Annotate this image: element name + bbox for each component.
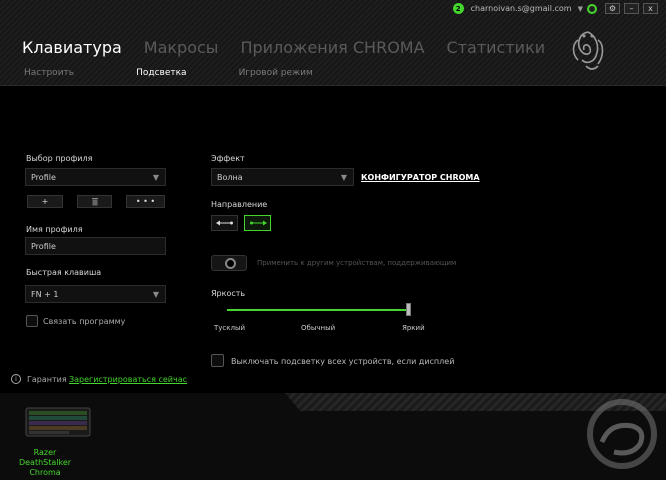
watermark-logo-icon xyxy=(587,399,657,469)
direction-left-button[interactable] xyxy=(211,215,238,231)
display-off-checkbox[interactable] xyxy=(211,354,224,367)
register-now-link[interactable]: Зарегистрироваться сейчас xyxy=(69,375,187,384)
trash-icon xyxy=(91,197,98,205)
toggle-knob xyxy=(225,258,236,269)
sub-tabs: Настроить Подсветка Игровой режим xyxy=(24,68,313,78)
apply-to-devices-text: Применить к другим устройствам, поддержи… xyxy=(257,259,457,267)
chevron-down-icon: ▼ xyxy=(152,173,159,182)
header: 2 charnoivan.s@gmail.com ▼ ⚙ – x Клавиат… xyxy=(0,0,666,86)
main-tabs: Клавиатура Макросы Приложения CHROMA Ста… xyxy=(22,38,567,57)
sync-status-icon[interactable] xyxy=(587,3,597,14)
brightness-label: Яркость xyxy=(211,289,246,298)
account-email[interactable]: charnoivan.s@gmail.com xyxy=(471,4,572,13)
settings-button[interactable]: ⚙ xyxy=(605,3,620,14)
hotkey-label: Быстрая клавиша xyxy=(26,268,102,277)
add-profile-button[interactable]: + xyxy=(27,195,63,208)
subtab-gaming-mode[interactable]: Игровой режим xyxy=(239,68,313,78)
effect-label: Эффект xyxy=(211,154,245,163)
warranty-label: Гарантия xyxy=(27,375,67,384)
device-footer xyxy=(0,393,666,480)
link-program-label: Связать программу xyxy=(43,317,126,326)
arrow-right-icon xyxy=(249,220,267,226)
info-icon: i xyxy=(11,374,21,384)
profile-name-value: Profile xyxy=(31,241,56,251)
arrow-left-icon xyxy=(215,220,233,226)
effect-dropdown[interactable]: Волна ▼ xyxy=(211,168,354,186)
tab-macros[interactable]: Макросы xyxy=(144,38,219,57)
profile-select-label: Выбор профиля xyxy=(26,154,93,163)
tab-keyboard[interactable]: Клавиатура xyxy=(22,38,122,57)
razer-logo-icon xyxy=(572,31,604,70)
notification-badge[interactable]: 2 xyxy=(452,3,464,14)
hotkey-value: FN + 1 xyxy=(31,289,59,299)
profile-dropdown-value: Profile xyxy=(31,172,56,182)
window-topbar: 2 charnoivan.s@gmail.com ▼ ⚙ – x xyxy=(452,3,658,14)
hotkey-dropdown[interactable]: FN + 1 ▼ xyxy=(25,285,166,303)
device-name[interactable]: Razer DeathStalker Chroma xyxy=(10,448,80,478)
account-dropdown-icon[interactable]: ▼ xyxy=(578,5,583,13)
brightness-slider-handle[interactable] xyxy=(406,303,411,316)
subtab-customize[interactable]: Настроить xyxy=(24,68,74,78)
tab-chroma-apps[interactable]: Приложения CHROMA xyxy=(240,38,424,57)
direction-label: Направление xyxy=(211,200,268,209)
delete-profile-button[interactable] xyxy=(77,195,112,208)
minimize-button[interactable]: – xyxy=(624,3,639,14)
direction-right-button[interactable] xyxy=(244,215,271,231)
profile-name-label: Имя профиля xyxy=(26,225,83,234)
chevron-down-icon: ▼ xyxy=(152,290,159,299)
brightness-tick-normal: Обычный xyxy=(301,324,336,332)
subtab-lighting[interactable]: Подсветка xyxy=(136,68,186,78)
link-program-checkbox[interactable] xyxy=(26,315,38,327)
close-button[interactable]: x xyxy=(643,3,658,14)
keyboard-device-image[interactable] xyxy=(22,402,92,442)
more-options-button[interactable]: • • • xyxy=(126,195,165,208)
display-off-label: Выключать подсветку всех устройств, если… xyxy=(231,357,455,366)
chroma-configurator-link[interactable]: КОНФИГУРАТОР CHROMA xyxy=(361,173,480,182)
brightness-slider-track[interactable] xyxy=(227,309,410,311)
effect-dropdown-value: Волна xyxy=(217,172,243,182)
brightness-tick-bright: Яркий xyxy=(402,324,425,332)
tab-stats[interactable]: Статистики xyxy=(447,38,546,57)
chevron-down-icon: ▼ xyxy=(340,173,347,182)
apply-to-devices-toggle[interactable] xyxy=(211,255,247,271)
profile-dropdown[interactable]: Profile ▼ xyxy=(25,168,166,186)
brightness-tick-dim: Тусклый xyxy=(214,324,246,332)
profile-name-input[interactable]: Profile xyxy=(25,237,166,255)
